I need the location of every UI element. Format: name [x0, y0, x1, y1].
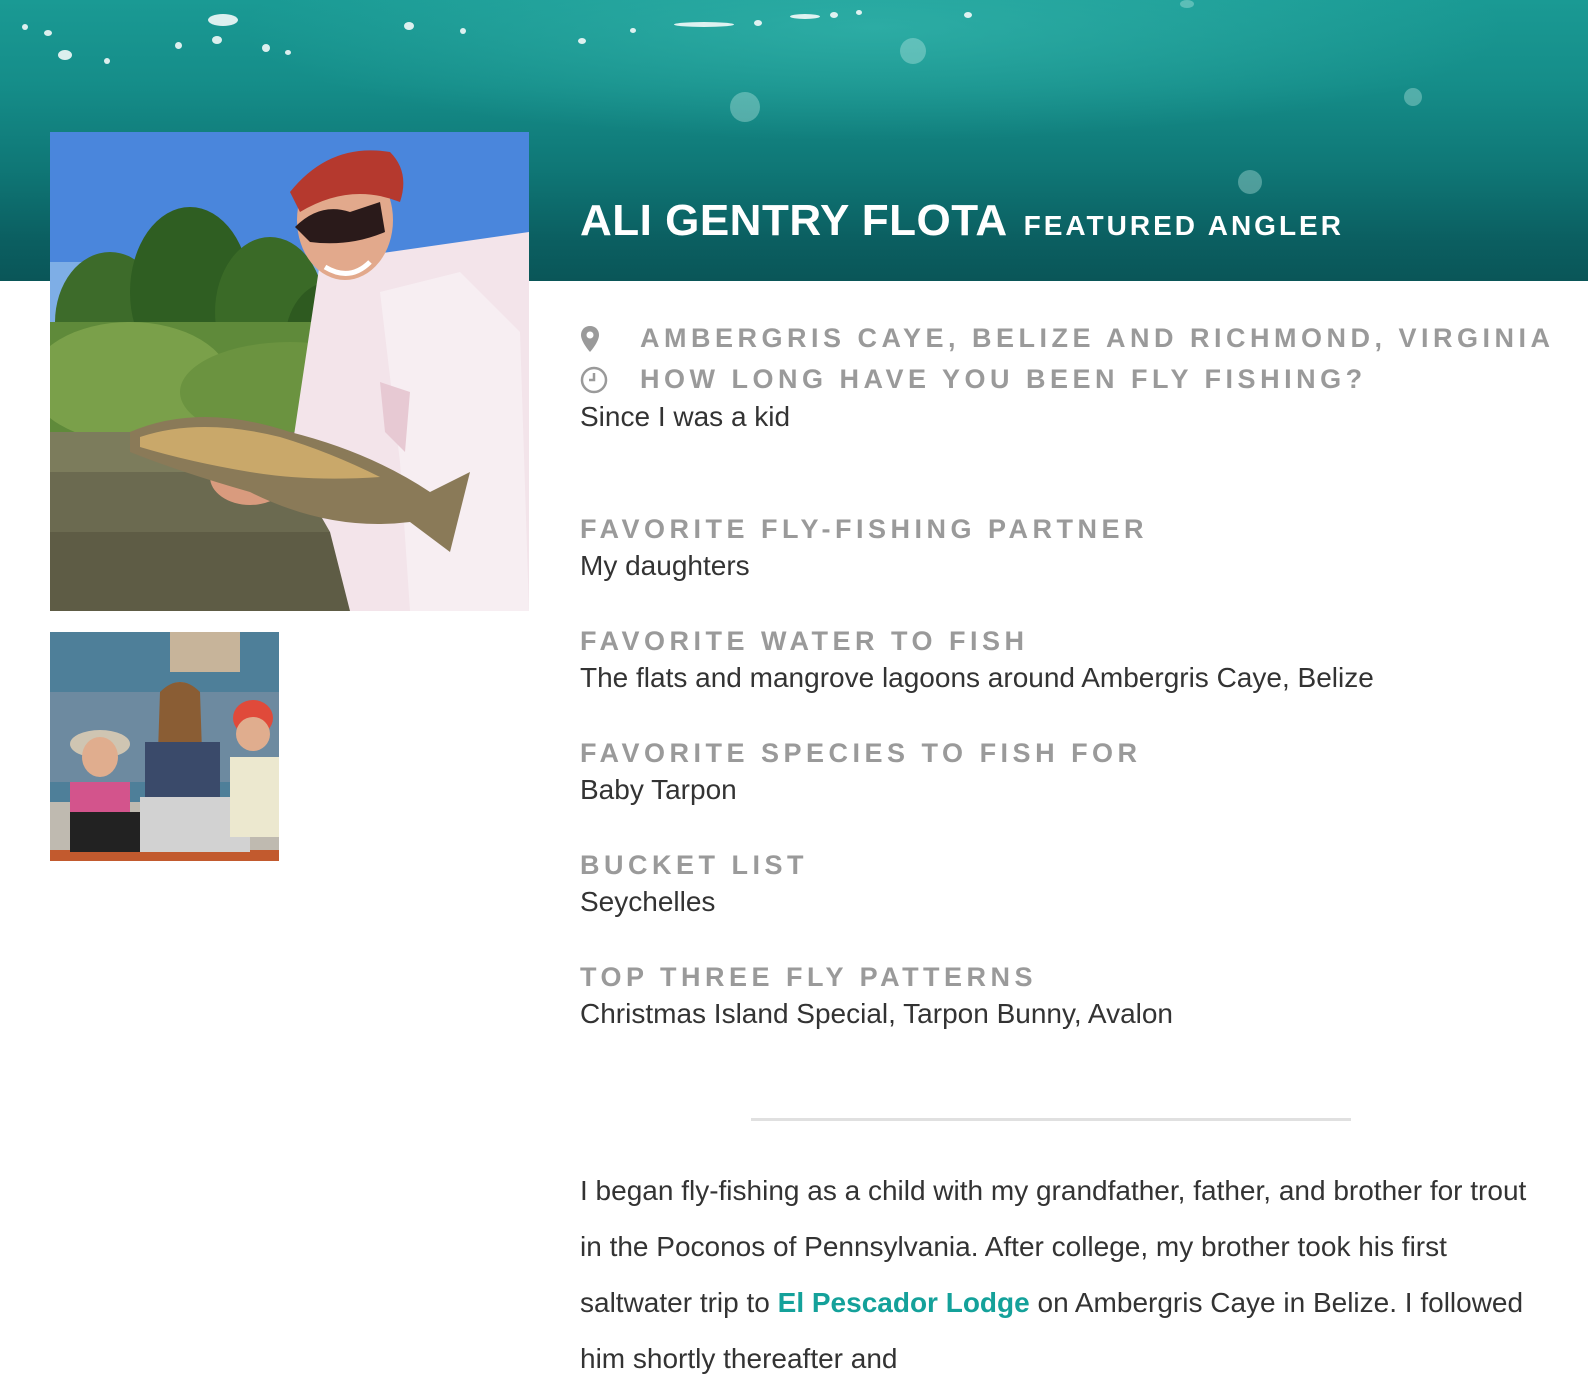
angler-profile: AMBERGRIS CAYE, BELIZE AND RICHMOND, VIR… [580, 318, 1570, 1029]
angler-main-photo[interactable] [50, 132, 529, 611]
qa-answer: The flats and mangrove lagoons around Am… [580, 662, 1374, 693]
location-row: AMBERGRIS CAYE, BELIZE AND RICHMOND, VIR… [580, 318, 1570, 359]
qa-item-species: FAVORITE SPECIES TO FISH FOR Baby Tarpon [580, 736, 1142, 810]
how-long-row: HOW LONG HAVE YOU BEEN FLY FISHING? [580, 359, 1570, 400]
qa-item-bucket-list: BUCKET LIST Seychelles [580, 848, 808, 922]
how-long-question: HOW LONG HAVE YOU BEEN FLY FISHING? [640, 364, 1367, 394]
qa-question: FAVORITE WATER TO FISH [580, 626, 1029, 656]
qa-answer: Seychelles [580, 886, 716, 917]
angler-main-photo-art [50, 132, 529, 611]
section-divider [751, 1118, 1351, 1121]
featured-angler-tag: FEATURED ANGLER [1023, 210, 1344, 241]
qa-question: FAVORITE FLY-FISHING PARTNER [580, 514, 1149, 544]
featured-angler-page: ALI GENTRY FLOTA FEATURED ANGLER AMBERGR… [0, 0, 1588, 1376]
location-text: AMBERGRIS CAYE, BELIZE AND RICHMOND, VIR… [640, 323, 1555, 353]
qa-item-water: FAVORITE WATER TO FISH The flats and man… [580, 624, 1374, 698]
qa-answer: My daughters [580, 550, 750, 581]
qa-question: TOP THREE FLY PATTERNS [580, 962, 1038, 992]
how-long-answer: Since I was a kid [580, 401, 791, 432]
angler-thumbnail-photo-art [50, 632, 279, 861]
page-title: ALI GENTRY FLOTA FEATURED ANGLER [580, 196, 1344, 246]
el-pescador-lodge-link[interactable]: El Pescador Lodge [778, 1287, 1030, 1318]
angler-name: ALI GENTRY FLOTA [580, 196, 1008, 245]
qa-item-fly-patterns: TOP THREE FLY PATTERNS Christmas Island … [580, 960, 1173, 1034]
bio-paragraph: I began fly-fishing as a child with my g… [580, 1163, 1550, 1376]
map-pin-icon [580, 324, 640, 354]
qa-item-partner: FAVORITE FLY-FISHING PARTNER My daughter… [580, 512, 1148, 586]
angler-thumbnail-photo[interactable] [50, 632, 279, 861]
clock-icon [580, 365, 640, 395]
qa-answer: Baby Tarpon [580, 774, 737, 805]
qa-question: BUCKET LIST [580, 850, 808, 880]
qa-question: FAVORITE SPECIES TO FISH FOR [580, 738, 1142, 768]
qa-answer: Christmas Island Special, Tarpon Bunny, … [580, 998, 1174, 1029]
